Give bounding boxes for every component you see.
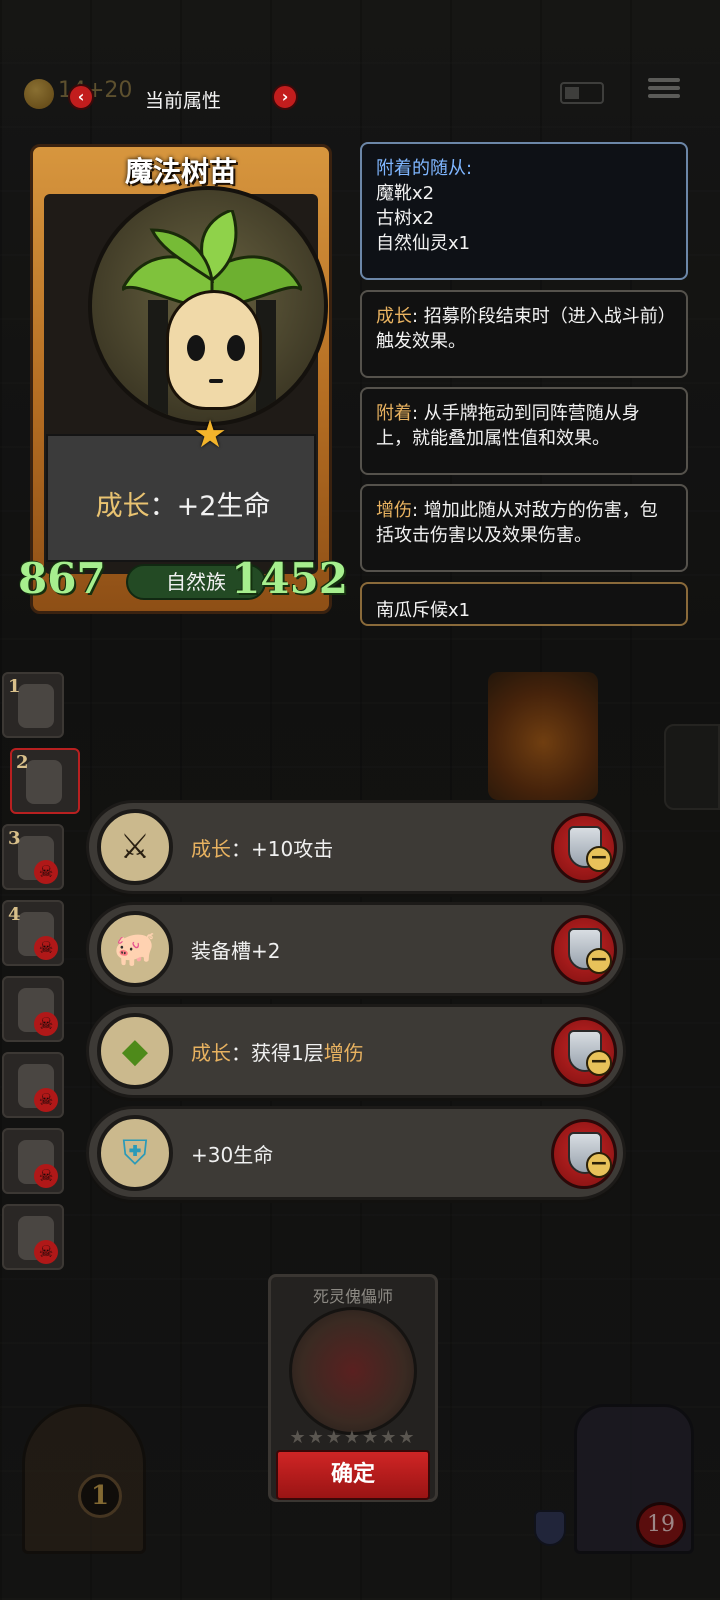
eye-left <box>187 335 205 361</box>
chevron-right-icon[interactable]: › <box>272 84 298 110</box>
unit-name: 魔法树苗 <box>124 155 237 188</box>
slot-portrait <box>26 760 62 804</box>
lineup-slot[interactable]: ☠ <box>2 1052 64 1118</box>
menu-icon[interactable] <box>648 74 680 104</box>
minus-icon: − <box>586 1152 612 1178</box>
skull-icon: ☠ <box>34 936 58 960</box>
boost-keyword-panel: 增伤: 增加此随从对敌方的伤害，包括攻击伤害以及效果伤害。 <box>360 484 688 572</box>
effect-text: ：+10攻击 <box>231 837 334 861</box>
slot-number: 2 <box>16 752 29 773</box>
skull-icon: ☠ <box>34 1164 58 1188</box>
desc-keyword: 成长 <box>95 491 150 522</box>
slot-portrait <box>18 684 54 728</box>
growth-keyword-panel: 成长: 招募阶段结束时（进入战斗前）触发效果。 <box>360 290 688 378</box>
growth-text: : 招募阶段结束时（进入战斗前）触发效果。 <box>376 306 667 352</box>
effect-keyword: 成长 <box>191 1041 231 1065</box>
attach-keyword: 附着 <box>376 403 412 424</box>
coin-icon <box>24 79 54 109</box>
minus-icon: − <box>586 846 612 872</box>
hero-portrait <box>289 1307 417 1435</box>
minus-icon: − <box>586 948 612 974</box>
minus-icon: − <box>586 1050 612 1076</box>
attached-header: 附着的随从: <box>376 158 473 179</box>
unit-portrait <box>88 186 328 426</box>
mouth <box>209 379 223 383</box>
unit-face <box>166 290 262 410</box>
equipment-row[interactable]: ⛨ +30生命 − <box>86 1106 626 1200</box>
desc-sep: ： <box>149 491 177 522</box>
lineup-slot[interactable]: ☠ <box>2 1128 64 1194</box>
attach-text: : 从手牌拖动到同阵营随从身上，就能叠加属性值和效果。 <box>376 403 640 449</box>
pumpkin-panel: 南瓜斥候x1 <box>360 582 688 626</box>
skull-icon: ☠ <box>34 1088 58 1112</box>
axe-icon: ⚔ <box>97 809 173 885</box>
skull-icon: ☠ <box>34 860 58 884</box>
lineup-slot[interactable]: 4 ☠ <box>2 900 64 966</box>
hero-star-rating: ★★★★★★★ <box>289 1427 417 1448</box>
top-bar: 14+20 ‹ 当前属性 › <box>0 70 720 130</box>
lineup-slot[interactable]: 3 ☠ <box>2 824 64 890</box>
effect-keyword: 成长 <box>191 837 231 861</box>
equipment-effect: +30生命 <box>191 1139 273 1168</box>
crystal-icon: ◆ <box>97 1013 173 1089</box>
stat-row: 867 自然族 1452 <box>18 554 348 610</box>
pig-icon: 🐖 <box>97 911 173 987</box>
lineup-slot[interactable]: ☠ <box>2 976 64 1042</box>
skull-icon: ☠ <box>34 1240 58 1264</box>
effect-tail-keyword: 增伤 <box>323 1041 364 1065</box>
lineup-slot-active[interactable]: 2 <box>10 748 80 814</box>
lineup-slot[interactable]: ☠ <box>2 1204 64 1270</box>
equipment-row[interactable]: 🐖 装备槽+2 − <box>86 902 626 996</box>
health-value: 1452 <box>231 554 348 603</box>
equipment-effect: 装备槽+2 <box>191 935 280 964</box>
slot-number: 3 <box>8 828 21 849</box>
attack-value: 867 <box>18 554 106 603</box>
remove-equipment-button[interactable]: − <box>551 813 617 883</box>
skull-icon: ☠ <box>34 1012 58 1036</box>
lineup-slot[interactable]: 1 <box>2 672 64 738</box>
desc-value: +2生命 <box>176 491 271 522</box>
confirm-button[interactable]: 确定 <box>276 1450 430 1500</box>
unit-description-box: 成长：+2生命 <box>46 434 316 562</box>
attached-minions-panel: 附着的随从: 魔靴x2 古树x2 自然仙灵x1 <box>360 142 688 280</box>
page-title: 当前属性 <box>144 90 221 112</box>
battery-icon <box>560 82 604 104</box>
attached-item: 自然仙灵x1 <box>376 233 471 254</box>
growth-keyword: 成长 <box>376 306 412 327</box>
pumpkin-item: 南瓜斥候x1 <box>376 600 471 621</box>
boost-keyword: 增伤 <box>376 500 412 521</box>
remove-equipment-button[interactable]: − <box>551 915 617 985</box>
shield-emblem-icon: ⛨ <box>97 1115 173 1191</box>
unit-description: 成长：+2生命 <box>48 484 318 523</box>
eye-right <box>227 335 245 361</box>
equipment-row[interactable]: ◆ 成长：获得1层增伤 − <box>86 1004 626 1098</box>
attach-keyword-panel: 附着: 从手牌拖动到同阵营随从身上，就能叠加属性值和效果。 <box>360 387 688 475</box>
unit-card: 魔法树苗 成长：+2生命 ★ 867 自然族 1452 <box>18 144 348 616</box>
effect-text: 装备槽+2 <box>191 939 281 963</box>
remove-equipment-button[interactable]: − <box>551 1119 617 1189</box>
effect-text: +30生命 <box>191 1143 274 1167</box>
slot-number: 1 <box>8 676 21 697</box>
effect-text: ：获得1层 <box>231 1041 324 1065</box>
hero-name: 死灵傀儡师 <box>312 1287 393 1306</box>
equipment-row[interactable]: ⚔ 成长：+10攻击 − <box>86 800 626 894</box>
attached-item: 魔靴x2 <box>376 183 435 204</box>
attached-item: 古树x2 <box>376 208 435 229</box>
equipment-effect: 成长：获得1层增伤 <box>191 1037 364 1066</box>
boost-text: : 增加此随从对敌方的伤害，包括攻击伤害以及效果伤害。 <box>376 500 658 546</box>
star-icon: ★ <box>192 412 228 456</box>
chevron-left-icon[interactable]: ‹ <box>68 84 94 110</box>
equipment-effect: 成长：+10攻击 <box>191 833 333 862</box>
remove-equipment-button[interactable]: − <box>551 1017 617 1087</box>
slot-number: 4 <box>8 904 21 925</box>
